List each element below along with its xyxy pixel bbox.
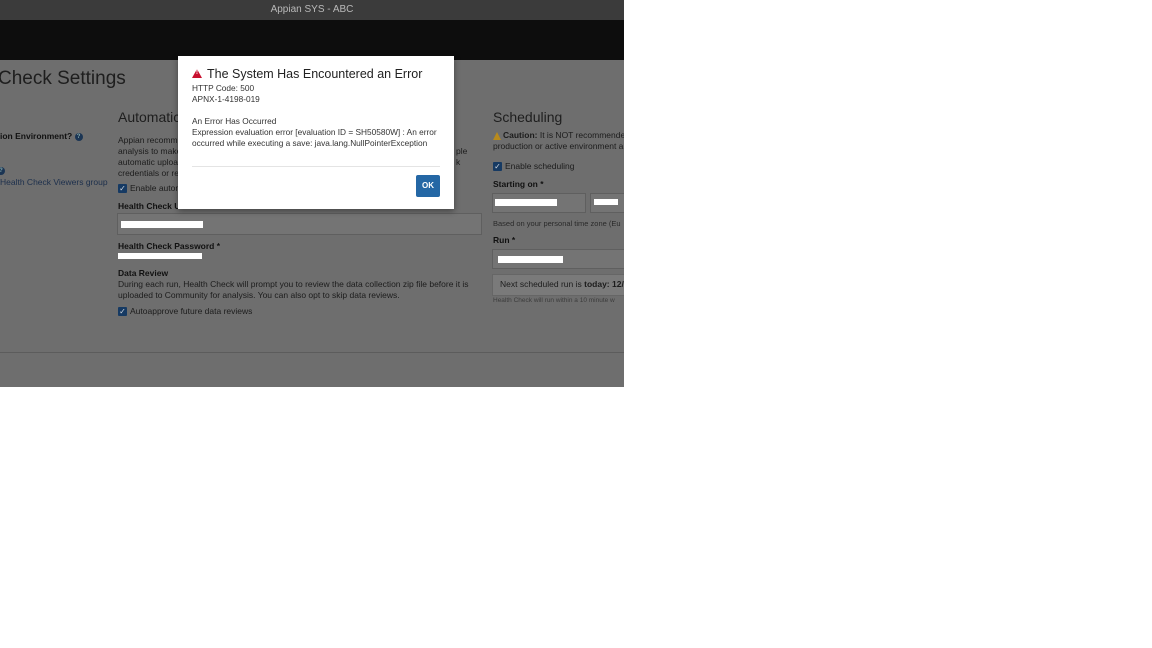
viewers-group-link[interactable]: Health Check Viewers group [0, 177, 108, 187]
autoapprove-label: Autoapprove future data reviews [130, 306, 253, 316]
automation-desc-fragment: k [456, 157, 461, 167]
automation-desc-line: analysis to make [118, 146, 182, 156]
automation-desc-line: credentials or re [118, 168, 179, 178]
ok-button[interactable]: OK [416, 175, 440, 197]
error-dialog: The System Has Encountered an Error HTTP… [178, 56, 454, 209]
automation-description-right: ple k [456, 146, 467, 168]
redacted-start-date [495, 199, 557, 206]
error-message: Expression evaluation error [evaluation … [192, 127, 437, 148]
next-run-text: Next scheduled run is today: 12/ [500, 279, 624, 290]
http-code: HTTP Code: 500 [192, 83, 255, 93]
page-title: Check Settings [0, 68, 126, 89]
checkbox-checked-icon[interactable]: ✓ [118, 307, 127, 317]
error-heading: An Error Has Occurred [192, 116, 277, 126]
automation-description: Appian recomm analysis to make automatic… [118, 135, 181, 179]
redacted-username [121, 221, 203, 228]
caution-label: Caution: [503, 130, 538, 140]
warning-icon [493, 131, 501, 140]
password-label: Health Check Password * [118, 241, 221, 251]
caution-text-line2: production or active environment a [493, 141, 624, 151]
starting-on-label: Starting on * [493, 179, 544, 189]
data-review-description: During each run, Health Check will promp… [118, 279, 469, 300]
help-icon[interactable]: ? [74, 132, 83, 141]
error-dialog-title: The System Has Encountered an Error [192, 67, 422, 81]
next-run-prefix: Next scheduled run is [500, 279, 582, 289]
error-icon [192, 69, 202, 79]
window-title: Appian SYS - ABC [0, 0, 624, 20]
next-run-value: today: 12/ [584, 279, 624, 289]
enable-automatic-checkbox[interactable]: ✓ Enable autom [118, 183, 182, 194]
enable-automatic-label: Enable autom [130, 183, 183, 193]
autoapprove-checkbox[interactable]: ✓ Autoapprove future data reviews [118, 306, 252, 317]
error-dialog-body: HTTP Code: 500 APNX-1-4198-019 An Error … [192, 83, 442, 149]
run-label: Run * [493, 235, 516, 245]
help-icon[interactable]: ? [0, 166, 5, 175]
checkbox-checked-icon[interactable]: ✓ [118, 184, 127, 194]
enable-scheduling-checkbox[interactable]: ✓ Enable scheduling [493, 161, 574, 172]
error-id: APNX-1-4198-019 [192, 94, 260, 104]
enable-scheduling-label: Enable scheduling [505, 161, 575, 171]
error-title-text: The System Has Encountered an Error [207, 67, 423, 81]
scheduling-caution: Caution: It is NOT recommende production… [493, 130, 624, 152]
timezone-note: Based on your personal time zone (Eu [493, 219, 621, 228]
top-navigation-bar [0, 20, 624, 60]
username-label: Health Check U [118, 201, 181, 211]
screenshot-window: Appian SYS - ABC Check Settings ion Envi… [0, 0, 624, 387]
automation-desc-line: automatic uploa [118, 157, 179, 167]
automatic-heading: Automatic [118, 109, 181, 125]
run-window-note: Health Check will run within a 10 minute… [493, 297, 615, 304]
data-review-heading: Data Review [118, 268, 169, 278]
caution-text: It is NOT recommende [539, 130, 624, 140]
redacted-run-frequency [498, 256, 563, 263]
automation-desc-fragment: ple [456, 146, 468, 156]
footer-divider [0, 352, 624, 353]
automation-desc-line: Appian recomm [118, 135, 178, 145]
environment-question-label: ion Environment? [0, 131, 73, 141]
dialog-divider [192, 166, 440, 167]
environment-question: ion Environment? ? [0, 131, 83, 141]
scheduling-heading: Scheduling [493, 109, 563, 125]
redacted-password [118, 253, 202, 259]
redacted-start-time [594, 199, 618, 205]
checkbox-checked-icon[interactable]: ✓ [493, 162, 502, 172]
